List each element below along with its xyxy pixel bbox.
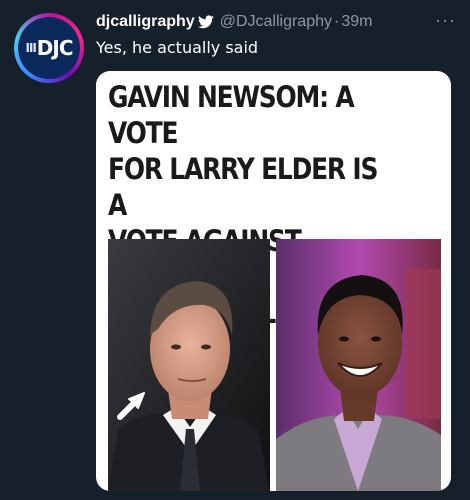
- elder-photo: [276, 239, 441, 491]
- pillar-icon: Ⅲ: [25, 41, 36, 55]
- newsom-photo: [108, 239, 270, 491]
- tweet[interactable]: Ⅲ DJC djcalligraphy @DJcalligraphy · 39m…: [0, 0, 470, 500]
- avatar-logo: Ⅲ DJC: [18, 17, 80, 79]
- twitter-bird-icon: [197, 15, 214, 29]
- more-options-icon[interactable]: ···: [435, 10, 456, 31]
- tweet-text: Yes, he actually said: [96, 38, 259, 57]
- author-handle[interactable]: @DJcalligraphy: [220, 13, 332, 31]
- timestamp[interactable]: 39m: [341, 13, 372, 31]
- tweet-header: djcalligraphy @DJcalligraphy · 39m: [96, 12, 372, 32]
- media-image[interactable]: GAVIN NEWSOM: A VOTE FOR LARRY ELDER IS …: [96, 71, 451, 491]
- avatar-text: DJC: [36, 36, 74, 60]
- separator-dot: ·: [333, 13, 340, 30]
- avatar[interactable]: Ⅲ DJC: [14, 13, 84, 83]
- author-name[interactable]: djcalligraphy: [96, 13, 195, 31]
